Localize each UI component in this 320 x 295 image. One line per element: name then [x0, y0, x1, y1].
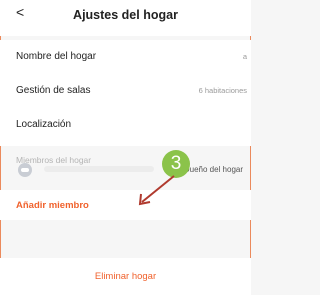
member-role: Dueño del hogar: [183, 165, 243, 174]
arrow-shaft: [141, 175, 175, 203]
rooms-label: Gestión de salas: [16, 85, 91, 96]
location-row[interactable]: Localización: [0, 108, 251, 142]
delete-home-button[interactable]: Eliminar hogar: [0, 271, 251, 282]
location-label: Localización: [16, 119, 72, 130]
home-name-value: a: [242, 52, 247, 61]
settings-panel: Nombre del hogar a Gestión de salas 6 ha…: [0, 40, 251, 146]
page-title: Ajustes del hogar: [73, 8, 178, 22]
rooms-value: 6 habitaciones: [198, 86, 247, 95]
app-header: < Ajustes del hogar: [0, 0, 251, 36]
member-row[interactable]: Dueño del hogar: [0, 150, 251, 190]
pointer-arrow-icon: [138, 175, 175, 206]
add-member-button[interactable]: Añadir miembro: [16, 200, 89, 211]
home-name-label: Nombre del hogar: [16, 51, 97, 62]
home-name-row[interactable]: Nombre del hogar a: [0, 40, 251, 74]
rooms-row[interactable]: Gestión de salas 6 habitaciones: [0, 74, 251, 108]
avatar: [18, 163, 32, 177]
